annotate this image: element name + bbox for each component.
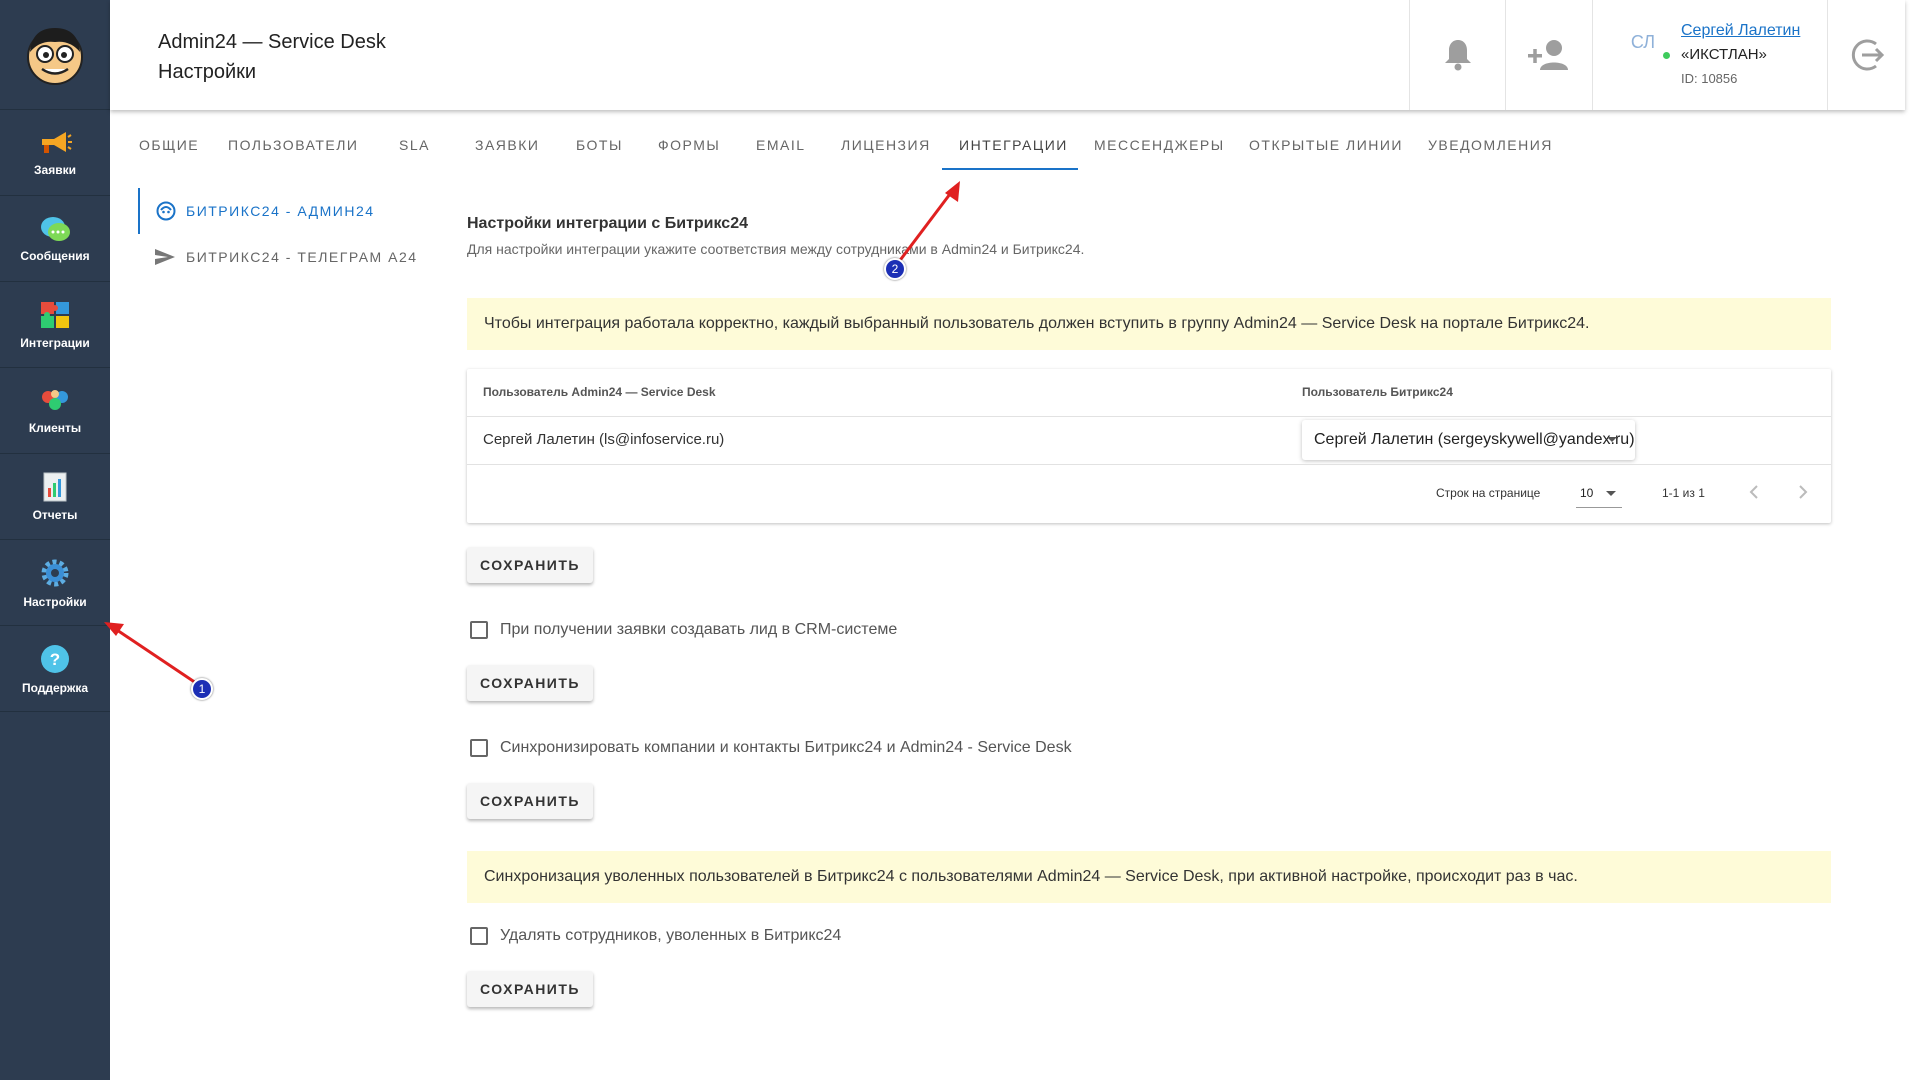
rows-per-page-label: Строк на странице bbox=[1436, 486, 1541, 500]
submenu-item-bitrix-telegram[interactable]: БИТРИКС24 - ТЕЛЕГРАМ А24 bbox=[138, 234, 418, 280]
sidebar-item-messages[interactable]: Сообщения bbox=[0, 196, 110, 282]
create-lead-checkbox-row[interactable]: При получении заявки создавать лид в CRM… bbox=[470, 621, 897, 639]
bitrix-user-select[interactable]: Сергей Лалетин (sergeyskywell@yandex.ru) bbox=[1302, 420, 1635, 460]
tab-bots[interactable]: БОТЫ bbox=[576, 130, 623, 170]
info-notice-group: Чтобы интеграция работала корректно, каж… bbox=[467, 298, 1831, 350]
column-header-bitrix-user: Пользователь Битрикс24 bbox=[1302, 385, 1453, 399]
tab-license[interactable]: ЛИЦЕНЗИЯ bbox=[841, 130, 931, 170]
column-header-admin-user: Пользователь Admin24 — Service Desk bbox=[483, 385, 716, 399]
app-logo[interactable] bbox=[0, 0, 110, 110]
sidebar-item-label: Заявки bbox=[34, 162, 76, 177]
top-header: Admin24 — Service Desk Настройки СЛ Серг… bbox=[110, 0, 1905, 110]
bitrix-icon bbox=[156, 201, 176, 221]
rows-per-page-value: 10 bbox=[1580, 486, 1594, 500]
megaphone-icon bbox=[42, 131, 72, 153]
logo-face-icon bbox=[27, 27, 83, 85]
tab-general[interactable]: ОБЩИЕ bbox=[139, 130, 199, 170]
save-mapping-button[interactable]: СОХРАНИТЬ bbox=[467, 547, 593, 583]
gear-icon bbox=[41, 559, 69, 586]
tab-email[interactable]: EMAIL bbox=[756, 130, 806, 170]
info-notice-dismissed: Синхронизация уволенных пользователей в … bbox=[467, 851, 1831, 903]
section-title: Настройки bbox=[158, 61, 257, 83]
online-status-dot bbox=[1663, 52, 1670, 59]
dropdown-arrow-icon bbox=[1606, 491, 1616, 496]
submenu-item-bitrix-admin24[interactable]: БИТРИКС24 - АДМИН24 bbox=[138, 188, 418, 234]
sidebar-item-reports[interactable]: Отчеты bbox=[0, 454, 110, 540]
add-user-icon bbox=[1528, 40, 1568, 70]
sidebar-item-label: Интеграции bbox=[20, 335, 90, 350]
chevron-left-icon bbox=[1749, 485, 1758, 499]
user-organization: «ИКСТЛАН» bbox=[1681, 46, 1767, 63]
save-sync-button[interactable]: СОХРАНИТЬ bbox=[467, 783, 593, 819]
tab-requests[interactable]: ЗАЯВКИ bbox=[475, 130, 539, 170]
sidebar-item-requests[interactable]: Заявки bbox=[0, 110, 110, 196]
clients-icon bbox=[42, 389, 68, 410]
logout-icon bbox=[1851, 39, 1884, 71]
tab-notifications[interactable]: УВЕДОМЛЕНИЯ bbox=[1428, 130, 1553, 170]
page-title: Admin24 — Service Desk Настройки bbox=[158, 27, 386, 87]
create-lead-checkbox[interactable] bbox=[470, 621, 488, 639]
section-heading: Настройки интеграции с Битрикс24 bbox=[467, 215, 748, 232]
tab-open-lines[interactable]: ОТКРЫТЫЕ ЛИНИИ bbox=[1249, 130, 1403, 170]
tab-forms[interactable]: ФОРМЫ bbox=[658, 130, 720, 170]
user-id: ID: 10856 bbox=[1681, 71, 1738, 86]
avatar[interactable]: СЛ bbox=[1625, 26, 1661, 58]
report-icon bbox=[43, 472, 67, 501]
sidebar-item-label: Клиенты bbox=[28, 420, 82, 435]
pagination-range: 1-1 из 1 bbox=[1662, 486, 1705, 500]
rows-per-page-select[interactable]: 10 bbox=[1576, 478, 1622, 508]
notifications-button[interactable] bbox=[1409, 0, 1505, 110]
tab-messengers[interactable]: МЕССЕНДЖЕРЫ bbox=[1094, 130, 1225, 170]
sidebar-item-integrations[interactable]: Интеграции bbox=[0, 282, 110, 368]
admin-user-cell: Сергей Лалетин (ls@infoservice.ru) bbox=[483, 431, 725, 448]
bitrix-user-selected-value: Сергей Лалетин (sergeyskywell@yandex.ru) bbox=[1314, 431, 1635, 448]
submenu-item-label: БИТРИКС24 - ТЕЛЕГРАМ А24 bbox=[186, 249, 418, 265]
annotation-badge-1: 1 bbox=[191, 678, 213, 700]
sync-contacts-checkbox[interactable] bbox=[470, 739, 488, 757]
delete-dismissed-checkbox-row[interactable]: Удалять сотрудников, уволенных в Битрикс… bbox=[470, 927, 841, 945]
logout-button[interactable] bbox=[1827, 0, 1905, 110]
delete-dismissed-label: Удалять сотрудников, уволенных в Битрикс… bbox=[500, 927, 842, 944]
sync-contacts-label: Синхронизировать компании и контакты Бит… bbox=[500, 739, 1072, 756]
chat-bubbles-icon bbox=[41, 216, 70, 241]
sync-contacts-checkbox-row[interactable]: Синхронизировать компании и контакты Бит… bbox=[470, 739, 1072, 757]
sidebar-item-settings[interactable]: Настройки bbox=[0, 540, 110, 626]
app-title: Admin24 — Service Desk bbox=[158, 31, 386, 53]
integration-submenu: БИТРИКС24 - АДМИН24 БИТРИКС24 - ТЕЛЕГРАМ… bbox=[138, 188, 418, 280]
section-description: Для настройки интеграции укажите соответ… bbox=[467, 241, 1085, 257]
svg-text:?: ? bbox=[50, 650, 60, 669]
tab-integrations[interactable]: ИНТЕГРАЦИИ bbox=[942, 130, 1078, 170]
sidebar: Заявки Сообщения Интеграции Клиенты Отче… bbox=[0, 0, 110, 1080]
create-lead-label: При получении заявки создавать лид в CRM… bbox=[500, 621, 898, 638]
prev-page-button[interactable] bbox=[1739, 477, 1769, 507]
save-delete-button[interactable]: СОХРАНИТЬ bbox=[467, 971, 593, 1007]
row-divider bbox=[467, 416, 1831, 417]
puzzle-icon bbox=[41, 301, 69, 328]
help-icon: ? bbox=[41, 644, 69, 673]
sidebar-item-clients[interactable]: Клиенты bbox=[0, 368, 110, 454]
submenu-item-label: БИТРИКС24 - АДМИН24 bbox=[186, 203, 375, 219]
delete-dismissed-checkbox[interactable] bbox=[470, 927, 488, 945]
row-divider bbox=[467, 464, 1831, 465]
annotation-badge-2: 2 bbox=[884, 258, 906, 280]
sidebar-item-label: Поддержка bbox=[21, 680, 89, 695]
next-page-button[interactable] bbox=[1788, 477, 1818, 507]
user-name-link[interactable]: Сергей Лалетин bbox=[1681, 22, 1800, 40]
save-lead-button[interactable]: СОХРАНИТЬ bbox=[467, 665, 593, 701]
sidebar-item-support[interactable]: ? Поддержка bbox=[0, 626, 110, 712]
bell-icon bbox=[1444, 40, 1471, 71]
chevron-right-icon bbox=[1799, 485, 1808, 499]
sidebar-item-label: Отчеты bbox=[32, 507, 78, 522]
tab-sla[interactable]: SLA bbox=[399, 130, 430, 170]
dropdown-arrow-icon bbox=[1607, 437, 1617, 442]
user-mapping-table: Пользователь Admin24 — Service Desk Поль… bbox=[467, 369, 1831, 523]
sidebar-item-label: Настройки bbox=[23, 594, 87, 609]
add-user-button[interactable] bbox=[1505, 0, 1592, 110]
user-profile: СЛ Сергей Лалетин «ИКСТЛАН» ID: 10856 bbox=[1592, 0, 1827, 110]
sidebar-item-label: Сообщения bbox=[20, 248, 90, 263]
tab-users[interactable]: ПОЛЬЗОВАТЕЛИ bbox=[228, 130, 358, 170]
send-icon bbox=[155, 249, 175, 265]
